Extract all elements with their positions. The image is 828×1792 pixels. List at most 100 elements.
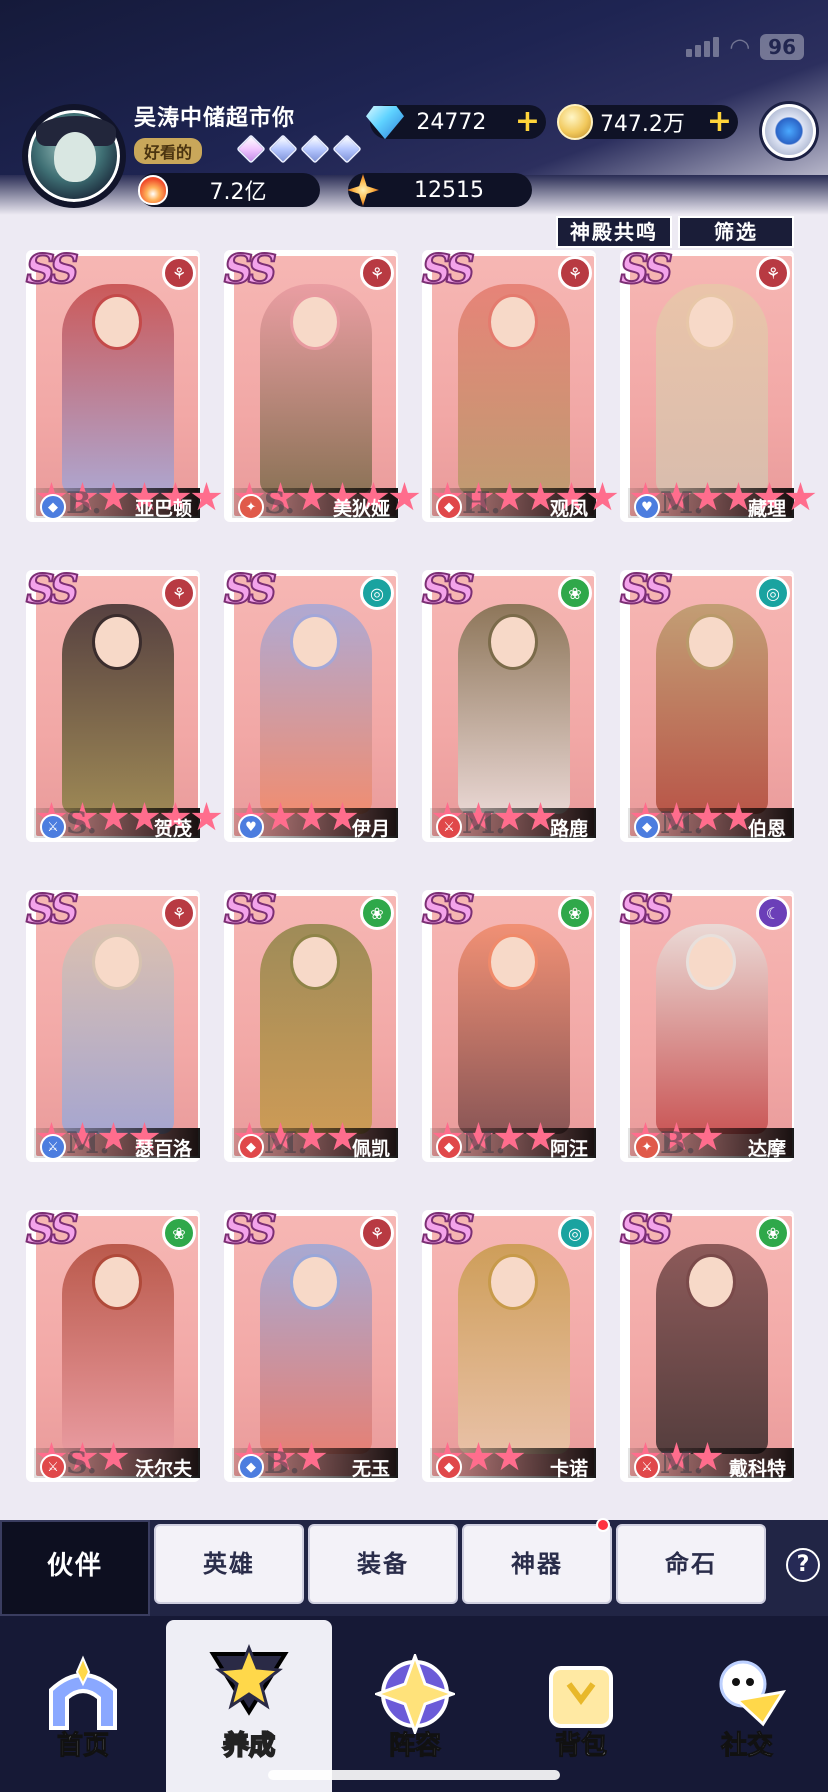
support-role-icon: ♥: [238, 814, 264, 840]
hero-card[interactable]: SS ☾ ✦ B. 达摩: [619, 885, 794, 1162]
hero-name: 路鹿: [549, 818, 588, 840]
temple-resonance-button[interactable]: 神殿共鸣: [556, 216, 672, 248]
gem-icon: [268, 134, 298, 164]
hero-card[interactable]: SS ⚘ ◆ H. 观凤: [421, 245, 618, 522]
nature-element-icon: ❀: [360, 896, 394, 930]
faction-letter: S.: [264, 486, 296, 521]
card-frame: [34, 254, 200, 518]
hero-card[interactable]: SS ◎ ♥ 伊月: [223, 565, 398, 842]
subtab-label: 英雄: [203, 1550, 255, 1578]
filter-button[interactable]: 筛选: [678, 216, 794, 248]
star-icon: [191, 802, 222, 831]
hero-card[interactable]: SS ⚘ ⚔ M. 瑟百洛: [25, 885, 200, 1162]
faction-letter: B.: [660, 1126, 696, 1161]
subtab-1[interactable]: 英雄: [154, 1524, 304, 1604]
home-arch-icon: [43, 1654, 123, 1734]
tank-role-icon: ◆: [436, 1134, 462, 1160]
support-role-icon: ♥: [634, 494, 660, 520]
card-frame: [430, 254, 596, 518]
card-frame: [232, 574, 398, 838]
faction-letter: M.: [462, 806, 506, 841]
hero-card[interactable]: SS ❀ ⚔ S. 沃尔夫: [25, 1205, 200, 1482]
card-frame: [628, 574, 794, 838]
subtab-4[interactable]: 命石: [616, 1524, 766, 1604]
hero-name: 观凤: [549, 498, 588, 520]
tank-role-icon: ◆: [436, 1454, 462, 1480]
card-frame: [430, 894, 596, 1158]
nav-item-1[interactable]: 养成: [166, 1620, 332, 1792]
card-frame: [628, 1214, 794, 1478]
bag-icon: [541, 1654, 621, 1734]
faction-letter: S.: [66, 806, 98, 841]
sub-tab-bar: ? 伙伴 英雄 装备 神器 命石: [0, 1518, 828, 1616]
subtab-2[interactable]: 装备: [308, 1524, 458, 1604]
hero-name: 沃尔夫: [134, 1458, 192, 1480]
help-icon[interactable]: ?: [786, 1548, 820, 1582]
player-title-badge[interactable]: 好看的: [134, 138, 203, 164]
hero-name: 美狄娅: [332, 498, 390, 520]
fire-element-icon: ⚘: [360, 256, 394, 290]
hero-card[interactable]: SS ❀ ⚔ M. 路鹿: [421, 565, 596, 842]
fire-element-icon: ⚘: [162, 256, 196, 290]
card-frame: [628, 894, 794, 1158]
fire-element-icon: ⚘: [756, 256, 790, 290]
nav-label: 养成: [222, 1730, 276, 1762]
settings-gear-icon[interactable]: [762, 104, 816, 158]
star-icon: [98, 802, 129, 831]
faction-letter: M.: [462, 1126, 506, 1161]
home-indicator: [268, 1770, 560, 1780]
hero-card[interactable]: SS ◎ ◆ M. 伯恩: [619, 565, 794, 842]
nav-item-4[interactable]: 社交: [664, 1634, 828, 1792]
hero-card[interactable]: SS ❀ ◆ M. 佩凯: [223, 885, 398, 1162]
nav-label: 首页: [56, 1731, 109, 1762]
star-points-icon: [342, 169, 384, 211]
signal-icon: [686, 37, 720, 57]
rank-badge: SS: [223, 245, 278, 294]
nature-element-icon: ❀: [558, 896, 592, 930]
star-icon: [191, 482, 222, 511]
hero-card[interactable]: SS ◎ ◆ 卡诺: [421, 1205, 596, 1482]
rank-badge: SS: [421, 885, 476, 934]
nav-item-3[interactable]: 背包: [498, 1634, 664, 1792]
faction-letter: S.: [66, 1446, 98, 1481]
rank-gems: [236, 134, 362, 164]
subtab-0[interactable]: 伙伴: [0, 1520, 150, 1616]
hero-card[interactable]: SS ⚘ ◆ B. 无玉: [223, 1205, 398, 1482]
subtab-3[interactable]: 神器: [462, 1518, 612, 1604]
hero-card[interactable]: SS ❀ ⚔ M. 戴科特: [619, 1205, 794, 1482]
nav-item-2[interactable]: 阵容: [332, 1634, 498, 1792]
hero-card[interactable]: SS ⚘ ⚔ S. 贺茂: [25, 565, 222, 842]
diamond-icon: [364, 101, 406, 143]
gold-coin-icon: [554, 101, 596, 143]
star-icon: [494, 1442, 525, 1471]
faction-letter: M.: [660, 486, 704, 521]
card-frame: [628, 254, 794, 518]
star-icon: [296, 482, 327, 511]
add-gold-button[interactable]: +: [707, 107, 732, 137]
card-frame: [34, 574, 200, 838]
nav-item-0[interactable]: 首页: [0, 1634, 166, 1792]
hero-card[interactable]: SS ❀ ◆ M. 阿汪: [421, 885, 596, 1162]
battery-indicator: 96: [760, 34, 804, 60]
star-icon: [296, 1442, 327, 1471]
fire-element-icon: ⚘: [162, 576, 196, 610]
rank-badge: SS: [25, 565, 80, 614]
wind-element-icon: ◎: [558, 1216, 592, 1250]
tank-role-icon: ◆: [238, 1134, 264, 1160]
gem-icon: [236, 134, 266, 164]
warrior-role-icon: ⚔: [634, 1454, 660, 1480]
mage-role-icon: ✦: [238, 494, 264, 520]
hero-card[interactable]: SS ⚘ ♥ M. 藏理: [619, 245, 816, 522]
star-icon: [98, 482, 129, 511]
hero-name: 阿汪: [549, 1138, 588, 1160]
hero-card[interactable]: SS ⚘ ✦ S. 美狄娅: [223, 245, 420, 522]
hero-card[interactable]: SS ⚘ ◆ B. 亚巴顿: [25, 245, 222, 522]
status-bar: ◠ 96: [686, 34, 804, 60]
add-diamond-button[interactable]: +: [515, 107, 540, 137]
shield-role-icon: ◆: [634, 814, 660, 840]
card-frame: [34, 1214, 200, 1478]
rank-badge: SS: [223, 565, 278, 614]
fire-element-icon: ⚘: [360, 1216, 394, 1250]
player-avatar[interactable]: [22, 104, 126, 208]
rank-badge: SS: [619, 565, 674, 614]
